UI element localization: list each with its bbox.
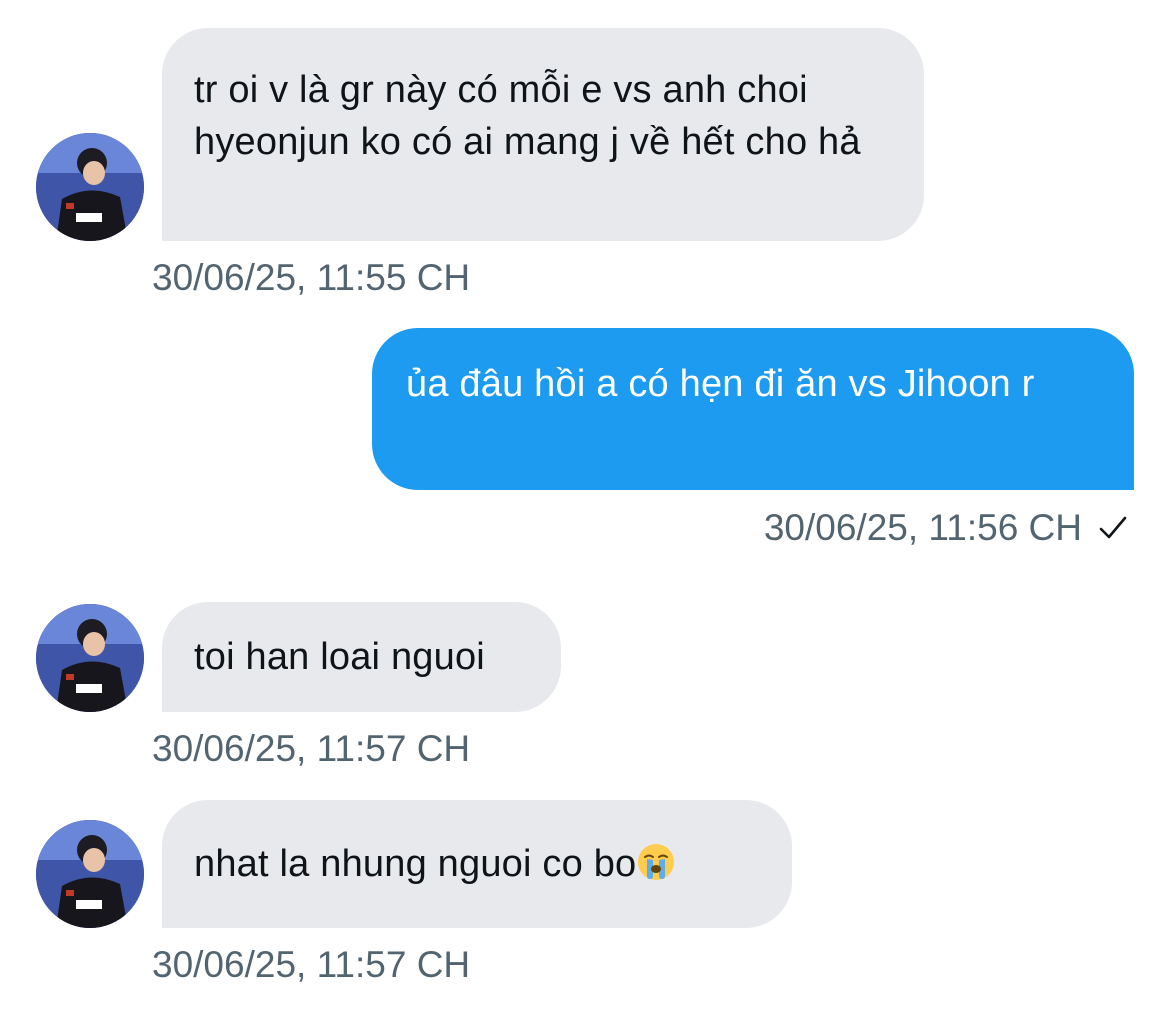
message-text: toi han loai nguoi (194, 636, 485, 678)
message-timestamp: 30/06/25, 11:57 CH (152, 944, 471, 985)
sender-avatar[interactable] (36, 820, 144, 928)
checkmark-icon (1099, 516, 1127, 539)
message-timestamp: 30/06/25, 11:57 CH (152, 728, 471, 769)
message-timestamp: 30/06/25, 11:55 CH (152, 257, 471, 298)
message-text: tr oi v là gr này có mỗi e vs anh choi h… (194, 69, 861, 163)
loudly-crying-face-icon (638, 844, 675, 880)
message-bubble-incoming[interactable]: tr oi v là gr này có mỗi e vs anh choi h… (162, 28, 924, 241)
message-timestamp: 30/06/25, 11:56 CH (763, 507, 1082, 548)
sender-avatar[interactable] (36, 133, 144, 241)
message-bubble-incoming[interactable]: nhat la nhung nguoi co bo (162, 800, 792, 928)
sender-avatar[interactable] (36, 604, 144, 712)
message-text: nhat la nhung nguoi co bo (194, 843, 637, 885)
message-text: ủa đâu hồi a có hẹn đi ăn vs Jihoon r (406, 363, 1035, 405)
message-bubble-outgoing[interactable]: ủa đâu hồi a có hẹn đi ăn vs Jihoon r (372, 328, 1134, 490)
message-bubble-incoming[interactable]: toi han loai nguoi (162, 602, 561, 712)
message-status-row: 30/06/25, 11:56 CH (764, 506, 1128, 550)
